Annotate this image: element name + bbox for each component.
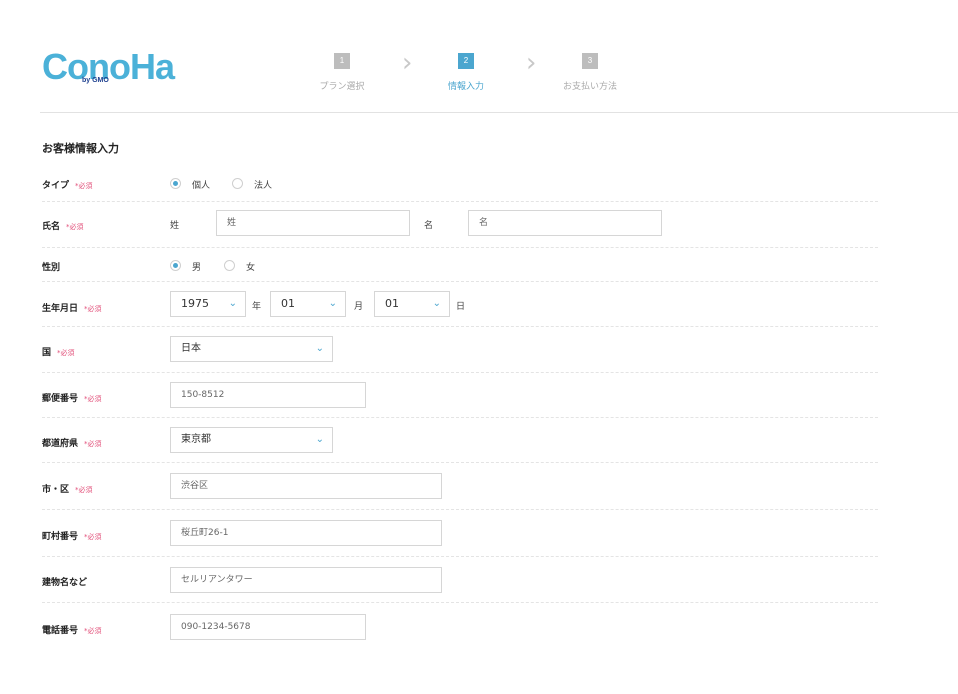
- row-street: 町村番号 *必須 桜丘町26-1: [42, 510, 878, 557]
- radio-individual-label: 個人: [192, 181, 211, 191]
- row-prefecture: 都道府県 *必須 東京都 ⌄: [42, 418, 878, 463]
- radio-corporate[interactable]: [232, 178, 243, 189]
- logo-sub: by GMO: [82, 77, 109, 84]
- zip-label: 郵便番号 *必須: [42, 394, 102, 404]
- country-label: 国 *必須: [42, 348, 75, 358]
- birth-month-select[interactable]: 01 ⌄: [270, 291, 346, 317]
- row-zip: 郵便番号 *必須 150-8512: [42, 373, 878, 418]
- step-label: 情報入力: [447, 82, 484, 92]
- birth-day-select[interactable]: 01 ⌄: [374, 291, 450, 317]
- building-label: 建物名など: [42, 578, 88, 588]
- radio-male[interactable]: [170, 260, 181, 271]
- country-select[interactable]: 日本 ⌄: [170, 336, 333, 362]
- conoha-logo[interactable]: ConoHa by GMO: [42, 44, 175, 90]
- chevron-down-icon: ⌄: [315, 343, 324, 354]
- step-label: プラン選択: [319, 82, 365, 92]
- chevron-down-icon: ⌄: [432, 298, 441, 309]
- radio-female[interactable]: [224, 260, 235, 271]
- step-info: 2 情報入力: [416, 48, 516, 92]
- row-gender: 性別 男 女: [42, 248, 878, 282]
- year-unit: 年: [252, 302, 262, 312]
- radio-individual[interactable]: [170, 178, 181, 189]
- name-label: 氏名 *必須: [42, 222, 84, 232]
- last-name-input[interactable]: 姓: [216, 210, 410, 236]
- row-country: 国 *必須 日本 ⌄: [42, 327, 878, 373]
- city-label: 市・区 *必須: [42, 485, 93, 495]
- type-label: タイプ *必須: [42, 181, 93, 191]
- chevron-down-icon: ⌄: [315, 434, 324, 445]
- zip-input[interactable]: 150-8512: [170, 382, 366, 408]
- radio-female-label: 女: [246, 263, 256, 273]
- row-name: 氏名 *必須 姓 姓 名 名: [42, 202, 878, 248]
- header-divider: [40, 112, 958, 113]
- street-label: 町村番号 *必須: [42, 532, 102, 542]
- birth-label: 生年月日 *必須: [42, 304, 102, 314]
- row-birth: 生年月日 *必須 1975 ⌄ 年 01 ⌄ 月 01 ⌄ 日: [42, 282, 878, 327]
- radio-male-label: 男: [192, 263, 202, 273]
- building-input[interactable]: セルリアンタワー: [170, 567, 442, 593]
- gender-label: 性別: [42, 263, 61, 273]
- street-input[interactable]: 桜丘町26-1: [170, 520, 442, 546]
- row-building: 建物名など セルリアンタワー: [42, 557, 878, 603]
- row-city: 市・区 *必須 渋谷区: [42, 463, 878, 510]
- last-name-label: 姓: [170, 221, 180, 231]
- first-name-label: 名: [424, 221, 434, 231]
- step-payment: 3 お支払い方法: [540, 48, 640, 92]
- chevron-down-icon: ⌄: [328, 298, 337, 309]
- step-plan: 1 プラン選択: [292, 48, 392, 92]
- row-phone: 電話番号 *必須 090-1234-5678: [42, 603, 878, 649]
- day-unit: 日: [456, 302, 466, 312]
- month-unit: 月: [354, 302, 364, 312]
- chevron-right-icon: ›: [526, 48, 537, 78]
- step-number: 2: [458, 53, 474, 69]
- row-type: タイプ *必須 個人 法人: [42, 170, 878, 202]
- prefecture-label: 都道府県 *必須: [42, 439, 102, 449]
- step-label: お支払い方法: [562, 82, 617, 92]
- step-number: 3: [582, 53, 598, 69]
- radio-corporate-label: 法人: [254, 181, 273, 191]
- city-input[interactable]: 渋谷区: [170, 473, 442, 499]
- chevron-down-icon: ⌄: [228, 298, 237, 309]
- birth-year-select[interactable]: 1975 ⌄: [170, 291, 246, 317]
- prefecture-select[interactable]: 東京都 ⌄: [170, 427, 333, 453]
- section-title: お客様情報入力: [42, 142, 119, 155]
- phone-label: 電話番号 *必須: [42, 626, 102, 636]
- phone-input[interactable]: 090-1234-5678: [170, 614, 366, 640]
- chevron-right-icon: ›: [402, 48, 413, 78]
- step-number: 1: [334, 53, 350, 69]
- first-name-input[interactable]: 名: [468, 210, 662, 236]
